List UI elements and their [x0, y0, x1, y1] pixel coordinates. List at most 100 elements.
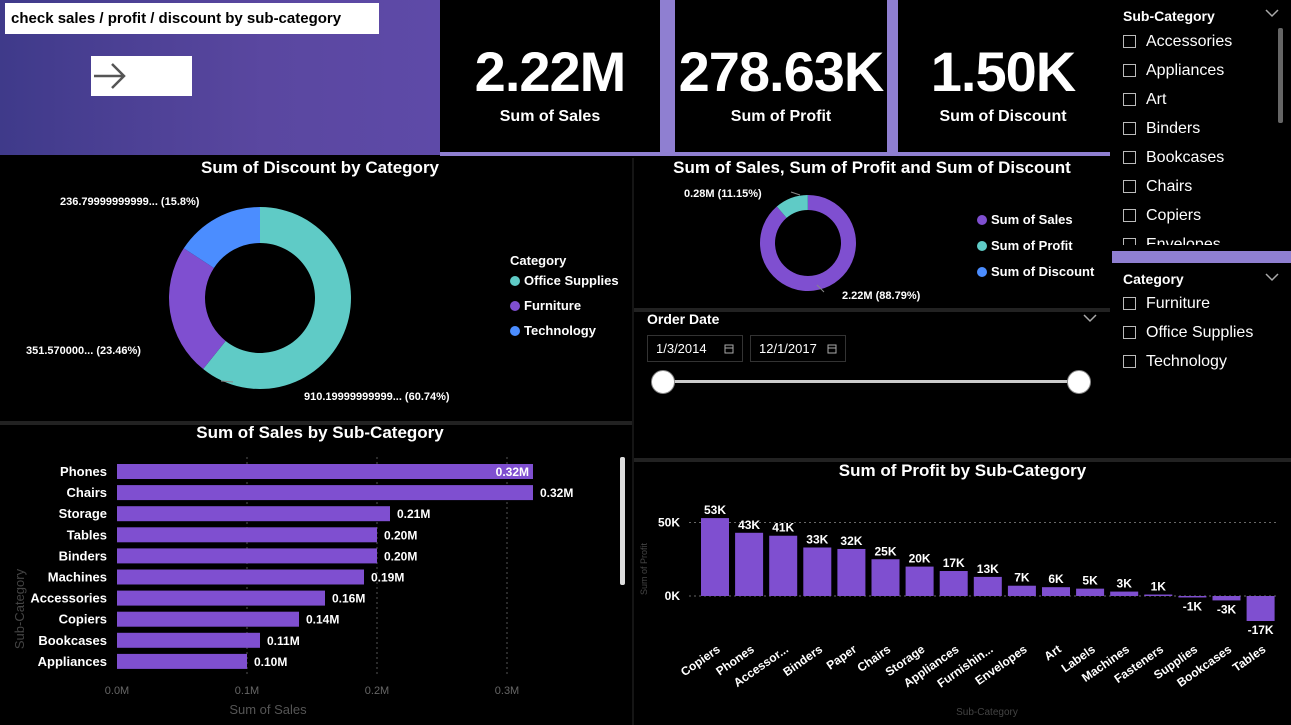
slicer-item-appliances[interactable]: Appliances: [1123, 56, 1273, 85]
profit-data-label: -3K: [1217, 602, 1237, 616]
date-range-end-handle[interactable]: [1067, 370, 1091, 394]
kpi-profit-card: 278.63K Sum of Profit: [675, 0, 887, 152]
profit-data-label: 3K: [1117, 577, 1133, 591]
sales-data-label: 0.21M: [397, 507, 430, 521]
profit-data-label: 1K: [1151, 580, 1167, 594]
slicer-item-chairs[interactable]: Chairs: [1123, 172, 1273, 201]
sales-bar[interactable]: [117, 653, 247, 669]
profit-bar[interactable]: [1144, 594, 1173, 596]
profit-data-label: 43K: [738, 518, 760, 532]
profit-ylabel: Sum of Profit: [639, 542, 649, 595]
donut-slice-furniture[interactable]: [169, 248, 226, 370]
profit-bar[interactable]: [803, 547, 832, 596]
date-range-track[interactable]: [663, 380, 1079, 383]
checkbox[interactable]: [1123, 355, 1136, 368]
checkbox[interactable]: [1123, 93, 1136, 106]
slicer-item-technology[interactable]: Technology: [1123, 347, 1253, 376]
sales-bar[interactable]: [117, 611, 299, 627]
x-tick-label: 0.1M: [235, 685, 259, 697]
legend-item-sum-of-sales[interactable]: Sum of Sales: [977, 212, 1094, 227]
profit-data-label: 32K: [840, 534, 862, 548]
sales-bar[interactable]: [117, 527, 377, 543]
profit-data-label: 53K: [704, 503, 726, 517]
chevron-down-icon[interactable]: [1265, 272, 1279, 282]
profit-bar[interactable]: [939, 571, 968, 596]
checkbox[interactable]: [1123, 151, 1136, 164]
profit-bar[interactable]: [1178, 596, 1207, 598]
profit-bar[interactable]: [1110, 591, 1139, 596]
y-tick-label: 50K: [658, 516, 680, 530]
checkbox[interactable]: [1123, 238, 1136, 245]
profit-data-label: 33K: [806, 532, 828, 546]
calendar-icon[interactable]: [724, 344, 734, 354]
profit-bars: 50K0K53KCopiers43KPhones41KAccessor...33…: [658, 503, 1276, 691]
y-tick-label: 0K: [665, 589, 681, 603]
legend-item-technology[interactable]: Technology: [510, 323, 619, 338]
sales-bars: Phones 0.32M Chairs 0.32M Storage 0.21M Tables…: [30, 464, 573, 669]
overview-donut-title: Sum of Sales, Sum of Profit and Sum of D…: [673, 158, 1071, 177]
sales-bar[interactable]: [117, 485, 533, 501]
legend-title: Category: [510, 253, 567, 268]
end-date-input[interactable]: 12/1/2017: [750, 335, 846, 362]
slicer-item-bookcases[interactable]: Bookcases: [1123, 143, 1273, 172]
slicer-item-office-supplies[interactable]: Office Supplies: [1123, 318, 1253, 347]
slicer-scrollbar[interactable]: [1278, 28, 1283, 123]
leader-line: [790, 191, 801, 196]
slicer-item-copiers[interactable]: Copiers: [1123, 201, 1273, 230]
legend-item-sum-of-discount[interactable]: Sum of Discount: [977, 264, 1094, 279]
sales-bar[interactable]: [117, 590, 325, 606]
sales-bar[interactable]: [117, 548, 377, 564]
arrow-right-icon: [94, 63, 126, 89]
y-category-label: Machines: [48, 570, 107, 585]
profit-bar[interactable]: [1246, 596, 1275, 621]
checkbox[interactable]: [1123, 326, 1136, 339]
slicer-item-furniture[interactable]: Furniture: [1123, 289, 1253, 318]
chart-scrollbar[interactable]: [620, 457, 625, 585]
slicer-item-binders[interactable]: Binders: [1123, 114, 1273, 143]
legend-item-office-supplies[interactable]: Office Supplies: [510, 273, 619, 288]
legend-item-sum-of-profit[interactable]: Sum of Profit: [977, 238, 1094, 253]
kpi-discount-card: 1.50K Sum of Discount: [898, 0, 1108, 152]
slicer-item-accessories[interactable]: Accessories: [1123, 27, 1273, 56]
profit-bar[interactable]: [1212, 596, 1241, 601]
checkbox[interactable]: [1123, 209, 1136, 222]
profit-bar[interactable]: [1076, 588, 1105, 596]
checkbox[interactable]: [1123, 122, 1136, 135]
profit-bar[interactable]: [905, 566, 934, 596]
profit-bar[interactable]: [1007, 585, 1036, 596]
checkbox[interactable]: [1123, 64, 1136, 77]
date-range-start-handle[interactable]: [651, 370, 675, 394]
profit-bar[interactable]: [701, 518, 729, 596]
profit-bar[interactable]: [1042, 587, 1070, 596]
profit-bar[interactable]: [769, 535, 798, 596]
profit-bar[interactable]: [735, 532, 764, 596]
y-category-label: Accessories: [30, 591, 107, 606]
donut1-label-technology: 236.79999999999... (15.8%): [60, 196, 200, 208]
chevron-down-icon[interactable]: [1083, 313, 1097, 323]
x-category-label: Tables: [1230, 642, 1269, 675]
slicer-item-art[interactable]: Art: [1123, 85, 1273, 114]
sales-bar[interactable]: [117, 632, 260, 648]
checkbox[interactable]: [1123, 35, 1136, 48]
navigate-button[interactable]: [91, 56, 192, 96]
kpi-discount-label: Sum of Discount: [939, 108, 1067, 125]
legend-item-furniture[interactable]: Furniture: [510, 298, 619, 313]
subcategory-slicer[interactable]: Sub-Category Accessories Appliances Art …: [1112, 0, 1291, 250]
report-title: check sales / profit / discount by sub-c…: [5, 3, 379, 34]
checkbox[interactable]: [1123, 180, 1136, 193]
slicer-item-envelopes[interactable]: Envelopes: [1123, 230, 1273, 245]
checkbox[interactable]: [1123, 297, 1136, 310]
profit-bar[interactable]: [871, 559, 900, 596]
kpi-profit-value: 278.63K: [678, 40, 885, 103]
calendar-icon[interactable]: [827, 344, 837, 354]
sales-bar[interactable]: [117, 464, 533, 479]
x-category-label: Binders: [780, 642, 825, 679]
legend-dot: [510, 300, 520, 311]
chevron-down-icon[interactable]: [1265, 8, 1279, 18]
profit-bar[interactable]: [973, 576, 1002, 596]
sales-bar[interactable]: [117, 506, 390, 522]
sales-bar[interactable]: [117, 569, 364, 585]
start-date-input[interactable]: 1/3/2014: [647, 335, 743, 362]
profit-bar[interactable]: [837, 548, 866, 596]
category-slicer[interactable]: Category Furniture Office Supplies Techn…: [1112, 263, 1291, 463]
